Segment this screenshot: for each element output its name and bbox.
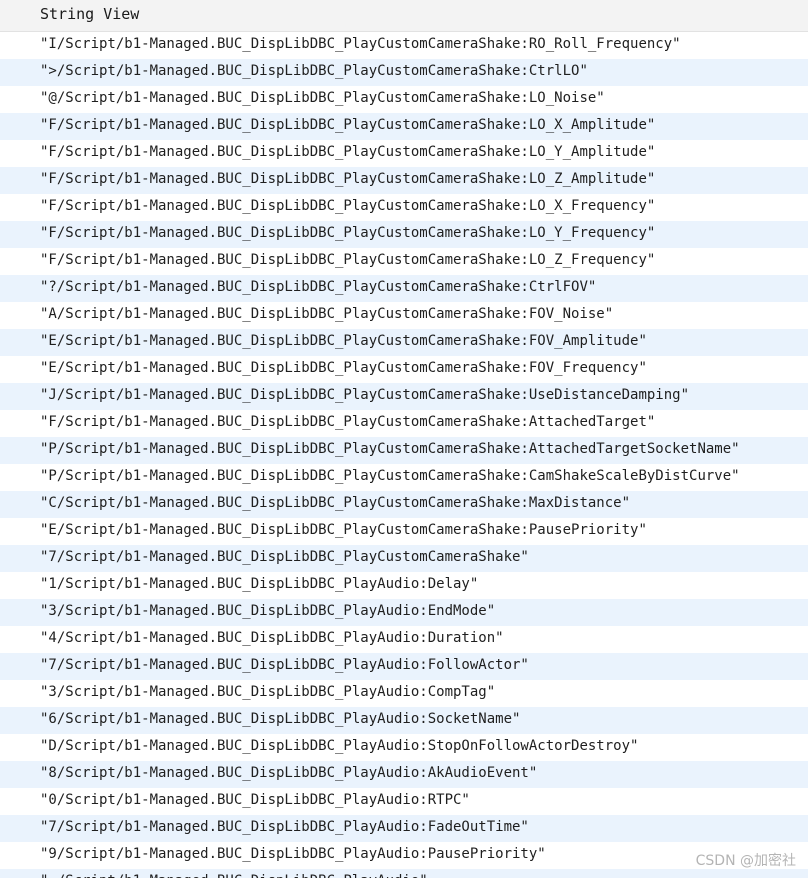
string-value: "E/Script/b1-Managed.BUC_DispLibDBC_Play…: [40, 333, 647, 349]
string-value: "I/Script/b1-Managed.BUC_DispLibDBC_Play…: [40, 36, 681, 52]
string-row[interactable]: "9/Script/b1-Managed.BUC_DispLibDBC_Play…: [0, 842, 808, 869]
string-value: "9/Script/b1-Managed.BUC_DispLibDBC_Play…: [40, 846, 546, 862]
string-value: "E/Script/b1-Managed.BUC_DispLibDBC_Play…: [40, 522, 647, 538]
string-row[interactable]: "7/Script/b1-Managed.BUC_DispLibDBC_Play…: [0, 545, 808, 572]
column-header-string-view[interactable]: String View: [40, 5, 139, 23]
string-row[interactable]: "6/Script/b1-Managed.BUC_DispLibDBC_Play…: [0, 707, 808, 734]
string-row[interactable]: "F/Script/b1-Managed.BUC_DispLibDBC_Play…: [0, 248, 808, 275]
string-value: "6/Script/b1-Managed.BUC_DispLibDBC_Play…: [40, 711, 521, 727]
string-value: "F/Script/b1-Managed.BUC_DispLibDBC_Play…: [40, 198, 656, 214]
string-value: "J/Script/b1-Managed.BUC_DispLibDBC_Play…: [40, 387, 690, 403]
string-row[interactable]: "1/Script/b1-Managed.BUC_DispLibDBC_Play…: [0, 572, 808, 599]
string-row[interactable]: "A/Script/b1-Managed.BUC_DispLibDBC_Play…: [0, 302, 808, 329]
string-row[interactable]: "3/Script/b1-Managed.BUC_DispLibDBC_Play…: [0, 680, 808, 707]
string-value: "F/Script/b1-Managed.BUC_DispLibDBC_Play…: [40, 252, 656, 268]
string-value: "7/Script/b1-Managed.BUC_DispLibDBC_Play…: [40, 819, 529, 835]
string-value: "F/Script/b1-Managed.BUC_DispLibDBC_Play…: [40, 414, 656, 430]
string-row[interactable]: "I/Script/b1-Managed.BUC_DispLibDBC_Play…: [0, 32, 808, 59]
string-value: "7/Script/b1-Managed.BUC_DispLibDBC_Play…: [40, 657, 529, 673]
string-value: "1/Script/b1-Managed.BUC_DispLibDBC_Play…: [40, 576, 479, 592]
string-row[interactable]: "E/Script/b1-Managed.BUC_DispLibDBC_Play…: [0, 356, 808, 383]
string-row[interactable]: "D/Script/b1-Managed.BUC_DispLibDBC_Play…: [0, 734, 808, 761]
string-row[interactable]: "P/Script/b1-Managed.BUC_DispLibDBC_Play…: [0, 437, 808, 464]
string-row[interactable]: "P/Script/b1-Managed.BUC_DispLibDBC_Play…: [0, 464, 808, 491]
string-value: "A/Script/b1-Managed.BUC_DispLibDBC_Play…: [40, 306, 614, 322]
string-row[interactable]: "0/Script/b1-Managed.BUC_DispLibDBC_Play…: [0, 788, 808, 815]
string-view-window: String View "I/Script/b1-Managed.BUC_Dis…: [0, 0, 808, 878]
csdn-watermark: CSDN @加密社: [695, 853, 796, 869]
string-list[interactable]: "I/Script/b1-Managed.BUC_DispLibDBC_Play…: [0, 32, 808, 878]
string-value: "D/Script/b1-Managed.BUC_DispLibDBC_Play…: [40, 738, 639, 754]
string-value: "7/Script/b1-Managed.BUC_DispLibDBC_Play…: [40, 549, 529, 565]
string-row[interactable]: "F/Script/b1-Managed.BUC_DispLibDBC_Play…: [0, 194, 808, 221]
string-row[interactable]: "F/Script/b1-Managed.BUC_DispLibDBC_Play…: [0, 140, 808, 167]
string-row[interactable]: "@/Script/b1-Managed.BUC_DispLibDBC_Play…: [0, 86, 808, 113]
string-row[interactable]: "F/Script/b1-Managed.BUC_DispLibDBC_Play…: [0, 167, 808, 194]
string-row[interactable]: "./Script/b1-Managed.BUC_DispLibDBC_Play…: [0, 869, 808, 878]
string-row[interactable]: "8/Script/b1-Managed.BUC_DispLibDBC_Play…: [0, 761, 808, 788]
string-value: "C/Script/b1-Managed.BUC_DispLibDBC_Play…: [40, 495, 631, 511]
string-value: "F/Script/b1-Managed.BUC_DispLibDBC_Play…: [40, 225, 656, 241]
string-value: "3/Script/b1-Managed.BUC_DispLibDBC_Play…: [40, 684, 496, 700]
string-row[interactable]: "3/Script/b1-Managed.BUC_DispLibDBC_Play…: [0, 599, 808, 626]
string-row[interactable]: "4/Script/b1-Managed.BUC_DispLibDBC_Play…: [0, 626, 808, 653]
string-value: "F/Script/b1-Managed.BUC_DispLibDBC_Play…: [40, 117, 656, 133]
string-value: "4/Script/b1-Managed.BUC_DispLibDBC_Play…: [40, 630, 504, 646]
string-value: "./Script/b1-Managed.BUC_DispLibDBC_Play…: [40, 873, 428, 878]
string-value: "E/Script/b1-Managed.BUC_DispLibDBC_Play…: [40, 360, 647, 376]
string-row[interactable]: "E/Script/b1-Managed.BUC_DispLibDBC_Play…: [0, 518, 808, 545]
string-row[interactable]: "J/Script/b1-Managed.BUC_DispLibDBC_Play…: [0, 383, 808, 410]
string-value: "0/Script/b1-Managed.BUC_DispLibDBC_Play…: [40, 792, 470, 808]
string-value: "P/Script/b1-Managed.BUC_DispLibDBC_Play…: [40, 468, 740, 484]
string-value: "8/Script/b1-Managed.BUC_DispLibDBC_Play…: [40, 765, 538, 781]
string-value: "?/Script/b1-Managed.BUC_DispLibDBC_Play…: [40, 279, 597, 295]
string-row[interactable]: "F/Script/b1-Managed.BUC_DispLibDBC_Play…: [0, 221, 808, 248]
string-row[interactable]: "C/Script/b1-Managed.BUC_DispLibDBC_Play…: [0, 491, 808, 518]
string-value: "F/Script/b1-Managed.BUC_DispLibDBC_Play…: [40, 144, 656, 160]
string-row[interactable]: "7/Script/b1-Managed.BUC_DispLibDBC_Play…: [0, 653, 808, 680]
string-row[interactable]: "7/Script/b1-Managed.BUC_DispLibDBC_Play…: [0, 815, 808, 842]
string-value: "@/Script/b1-Managed.BUC_DispLibDBC_Play…: [40, 90, 605, 106]
string-row[interactable]: "F/Script/b1-Managed.BUC_DispLibDBC_Play…: [0, 410, 808, 437]
string-row[interactable]: "?/Script/b1-Managed.BUC_DispLibDBC_Play…: [0, 275, 808, 302]
string-value: "F/Script/b1-Managed.BUC_DispLibDBC_Play…: [40, 171, 656, 187]
string-value: "3/Script/b1-Managed.BUC_DispLibDBC_Play…: [40, 603, 496, 619]
string-row[interactable]: "E/Script/b1-Managed.BUC_DispLibDBC_Play…: [0, 329, 808, 356]
string-value: "P/Script/b1-Managed.BUC_DispLibDBC_Play…: [40, 441, 740, 457]
string-row[interactable]: "F/Script/b1-Managed.BUC_DispLibDBC_Play…: [0, 113, 808, 140]
string-view-header[interactable]: String View: [0, 0, 808, 32]
string-value: ">/Script/b1-Managed.BUC_DispLibDBC_Play…: [40, 63, 588, 79]
string-row[interactable]: ">/Script/b1-Managed.BUC_DispLibDBC_Play…: [0, 59, 808, 86]
